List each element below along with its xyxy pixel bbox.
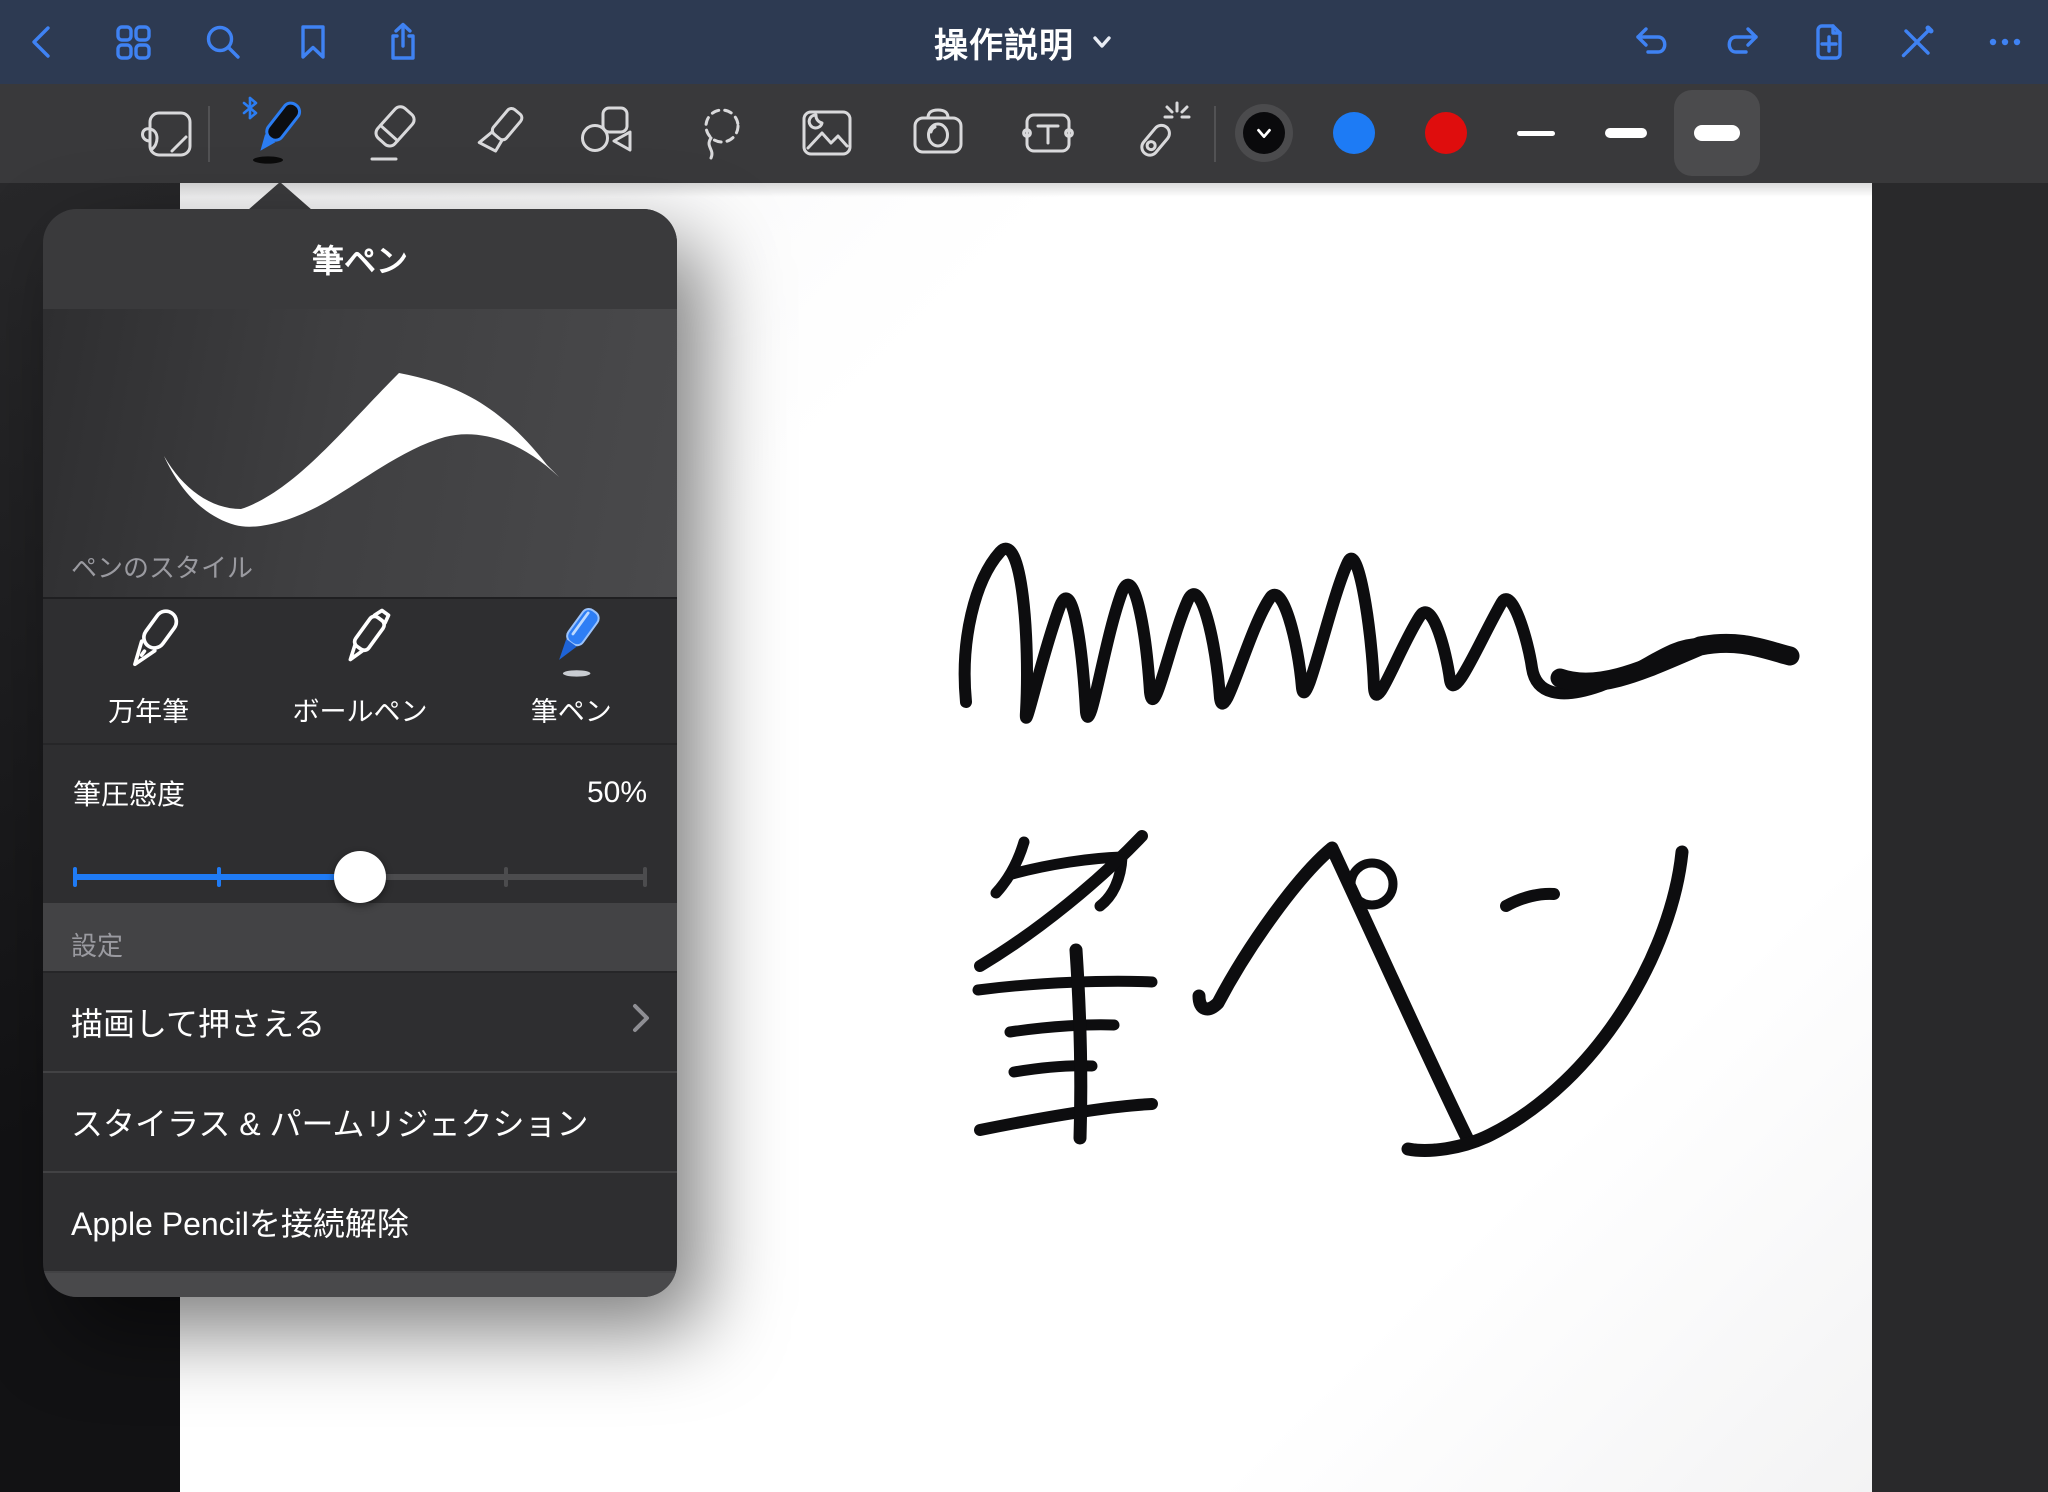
camera-icon (906, 101, 970, 165)
laser-pointer-button[interactable] (1116, 90, 1202, 176)
redo-button[interactable] (1718, 19, 1764, 65)
pen-style-section-label: ペンのスタイル (71, 548, 253, 585)
image-tool-button[interactable] (784, 90, 870, 176)
search-button[interactable] (200, 19, 246, 65)
laser-pointer-icon (1125, 99, 1193, 167)
pen-tool-button[interactable] (229, 90, 315, 176)
pressure-slider[interactable] (73, 857, 647, 897)
pressure-label: 筆圧感度 (73, 773, 185, 813)
grid-icon (111, 20, 155, 64)
stroke-medium-button[interactable] (1583, 90, 1669, 176)
brush-pen-icon-selected (523, 599, 619, 688)
slider-tick (504, 867, 508, 887)
app-window: 操作説明 (0, 0, 2048, 1492)
highlighter-tool-button[interactable] (456, 90, 542, 176)
settings-section-label: 設定 (71, 926, 123, 963)
pen-style-brush[interactable]: 筆ペン (466, 599, 677, 743)
toolbar-separator (1214, 106, 1216, 162)
toolbar-shadow (180, 183, 1872, 197)
add-page-icon (1807, 20, 1851, 64)
pen-style-label: 万年筆 (108, 690, 189, 729)
color-swatch-blue[interactable] (1311, 90, 1397, 176)
thumbnails-button[interactable] (110, 19, 156, 65)
black-color-swatch (1243, 112, 1285, 154)
eraser-tool-button[interactable] (349, 90, 435, 176)
bluetooth-pen-icon (232, 96, 312, 170)
drawing-toolbar (0, 84, 2048, 183)
pen-style-label: 筆ペン (531, 690, 612, 729)
pen-style-ballpoint[interactable]: ボールペン (254, 599, 465, 743)
chevron-down-icon (1253, 122, 1275, 144)
popover-arrow (248, 182, 312, 210)
back-button[interactable] (20, 19, 66, 65)
popover-footer (43, 1273, 677, 1297)
ellipsis-icon (1983, 20, 2027, 64)
camera-tool-button[interactable] (895, 90, 981, 176)
pressure-sensitivity-section: 筆圧感度 50% (43, 745, 677, 903)
more-button[interactable] (1982, 19, 2028, 65)
slider-tick (217, 867, 221, 887)
pen-style-label: ボールペン (292, 690, 427, 729)
setting-label: スタイラス & パームリジェクション (71, 1099, 589, 1145)
setting-label: 描画して押さえる (71, 999, 325, 1045)
top-navigation-bar: 操作説明 (0, 0, 2048, 84)
text-page-icon (134, 101, 198, 165)
ballpoint-pen-icon (312, 599, 408, 688)
color-swatch-red[interactable] (1403, 90, 1489, 176)
pressure-thumb[interactable] (334, 851, 386, 903)
text-icon (1016, 101, 1080, 165)
chevron-down-icon (1090, 30, 1114, 54)
add-page-button[interactable] (1806, 19, 1852, 65)
handwriting-convert-button[interactable] (123, 90, 209, 176)
pencil-cross-icon (1895, 20, 1939, 64)
text-tool-button[interactable] (1005, 90, 1091, 176)
bookmark-button[interactable] (290, 19, 336, 65)
setting-row-draw-and-hold[interactable]: 描画して押さえる (43, 973, 677, 1073)
red-color-swatch (1425, 112, 1467, 154)
stroke-thin-button[interactable] (1493, 90, 1579, 176)
pressure-value: 50% (587, 776, 647, 810)
image-icon (795, 101, 859, 165)
lasso-icon (688, 101, 752, 165)
pen-style-selector: 万年筆 ボールペン (43, 599, 677, 745)
pen-settings-popover: 筆ペン ペンのスタイル 万年筆 (43, 209, 677, 1297)
stroke-preview: ペンのスタイル (43, 309, 677, 599)
stroke-thick-button[interactable] (1674, 90, 1760, 176)
setting-label: Apple Pencilを接続解除 (71, 1199, 409, 1245)
share-button[interactable] (380, 19, 426, 65)
share-icon (381, 20, 425, 64)
lasso-tool-button[interactable] (677, 90, 763, 176)
search-icon (201, 20, 245, 64)
pen-disable-button[interactable] (1894, 19, 1940, 65)
slider-tick (73, 867, 77, 887)
chevron-right-icon (629, 1001, 653, 1043)
setting-row-disconnect-apple-pencil[interactable]: Apple Pencilを接続解除 (43, 1173, 677, 1273)
shapes-icon (574, 101, 638, 165)
setting-row-stylus-palm-rejection[interactable]: スタイラス & パームリジェクション (43, 1073, 677, 1173)
undo-icon (1631, 20, 1675, 64)
undo-button[interactable] (1630, 19, 1676, 65)
toolbar-separator (208, 106, 210, 162)
shapes-tool-button[interactable] (563, 90, 649, 176)
redo-icon (1719, 20, 1763, 64)
color-swatch-black[interactable] (1221, 90, 1307, 176)
selected-color-ring (1235, 104, 1293, 162)
pen-style-fountain[interactable]: 万年筆 (43, 599, 254, 743)
blue-color-swatch (1333, 112, 1375, 154)
highlighter-icon (467, 101, 531, 165)
right-gutter (1872, 183, 2048, 1492)
eraser-icon (360, 101, 424, 165)
slider-tick (643, 867, 647, 887)
bookmark-icon (291, 20, 335, 64)
chevron-left-icon (21, 20, 65, 64)
fountain-pen-icon (101, 599, 197, 688)
popover-title: 筆ペン (43, 209, 677, 309)
document-title: 操作説明 (934, 18, 1074, 67)
